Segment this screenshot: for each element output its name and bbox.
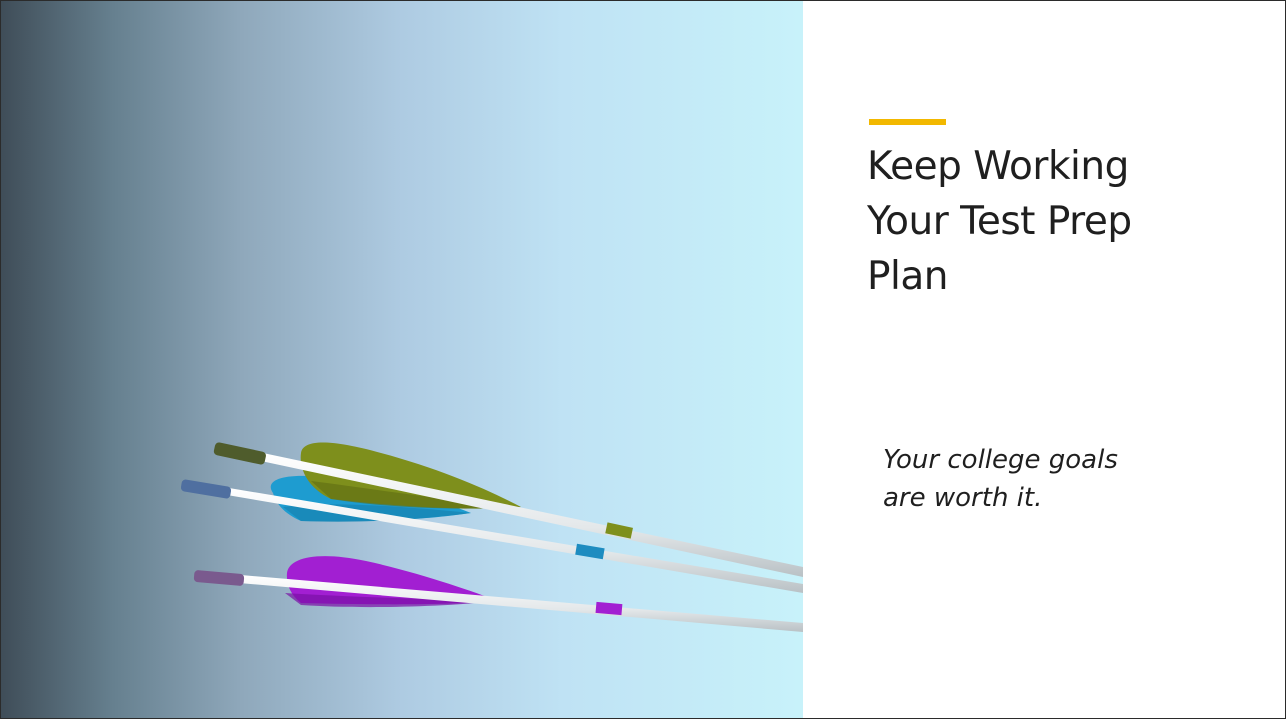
arrows-photo xyxy=(1,1,803,718)
green-nock xyxy=(213,442,266,465)
slide: Keep Working Your Test Prep Plan Your co… xyxy=(0,0,1286,719)
title-line: Your Test Prep xyxy=(867,199,1132,244)
accent-bar xyxy=(869,119,946,125)
title-line: Keep Working xyxy=(867,144,1129,189)
purple-arrow xyxy=(193,556,803,632)
title-line: Plan xyxy=(867,254,948,299)
slide-title: Keep Working Your Test Prep Plan xyxy=(867,139,1267,304)
blue-nock xyxy=(180,479,232,499)
subtitle-line: are worth it. xyxy=(883,483,1043,513)
purple-nock xyxy=(193,570,245,586)
arrows-image xyxy=(180,442,803,632)
slide-subtitle: Your college goals are worth it. xyxy=(883,441,1273,517)
subtitle-line: Your college goals xyxy=(883,445,1118,475)
